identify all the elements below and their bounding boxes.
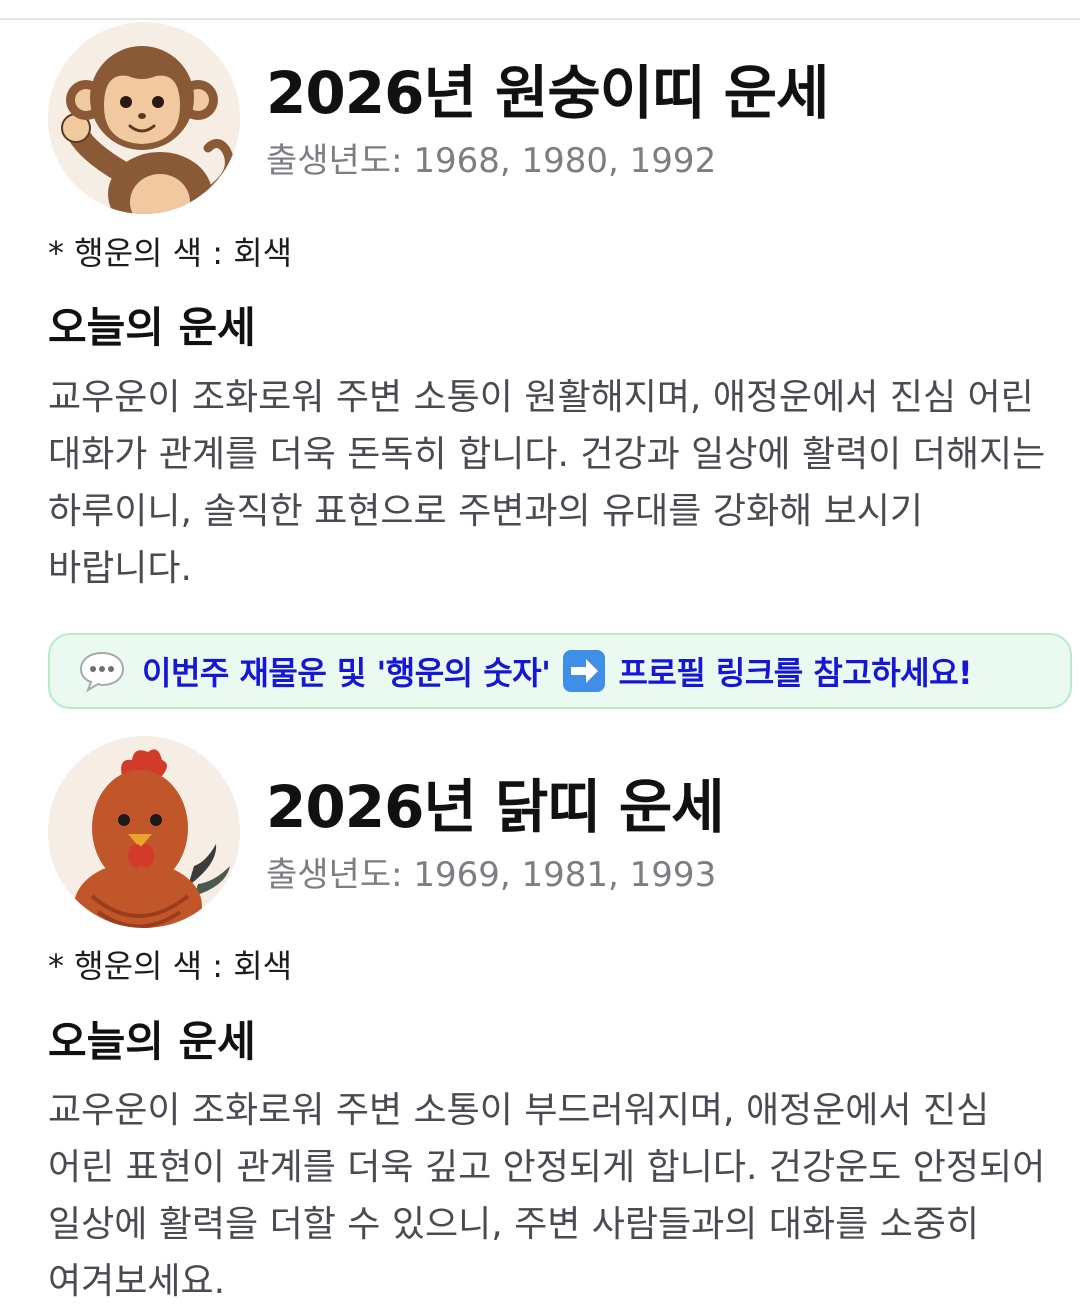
birth-years: 출생년도: 1969, 1981, 1993 [266, 855, 717, 895]
right-arrow-icon [563, 650, 606, 692]
fortune-text: 교우운이 조화로워 주변 소통이 원활해지며, 애정운에서 진심 어린 대화가 … [48, 377, 1046, 589]
birth-years: 출생년도: 1968, 1980, 1992 [266, 141, 717, 181]
top-divider [0, 18, 1080, 20]
monkey-icon [48, 22, 240, 214]
promo-text: 이번주 재물운 및 '행운의 숫자' [142, 654, 551, 692]
fortune-text: 교우운이 조화로워 주변 소통이 부드러워지며, 애정운에서 진심 어린 표현이… [48, 1090, 1046, 1302]
promo-banner[interactable]: 이번주 재물운 및 '행운의 숫자' 프로필 링크를 참고하세요! [48, 633, 1072, 709]
speech-bubble-icon [79, 651, 125, 693]
lucky-color: * 행운의 색 : 회색 [48, 947, 293, 985]
rooster-icon [48, 736, 240, 928]
fortune-heading: 오늘의 운세 [48, 303, 256, 352]
fortune-heading: 오늘의 운세 [48, 1017, 256, 1066]
lucky-color: * 행운의 색 : 회색 [48, 234, 293, 272]
zodiac-title: 2026년 닭띠 운세 [266, 773, 725, 841]
profile-link-text[interactable]: 프로필 링크를 참고하세요! [618, 648, 972, 694]
zodiac-title: 2026년 원숭이띠 운세 [266, 59, 829, 127]
